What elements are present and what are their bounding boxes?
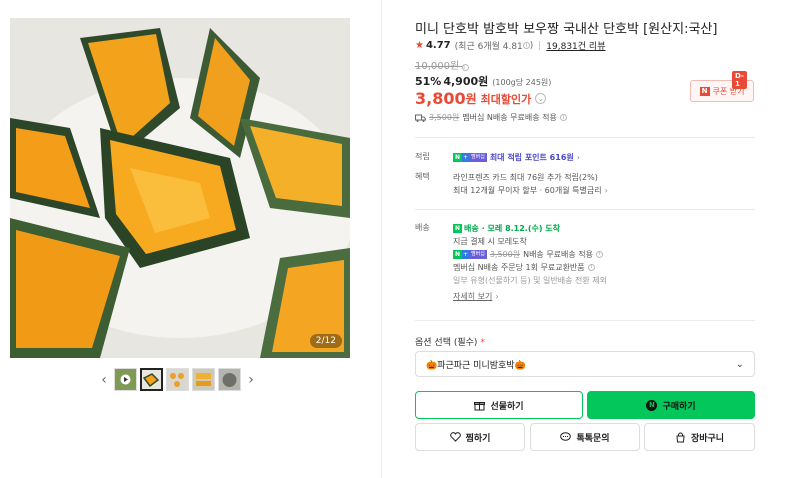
chevron-down-icon: ⌄ xyxy=(735,358,744,370)
pumpkin-thumb-icon xyxy=(219,369,240,390)
shipping-text: 멤버십 N배송 무료배송 적용 xyxy=(462,113,557,122)
max-discount-label: 최대할인가 xyxy=(480,92,532,106)
wishlist-label: 찜하기 xyxy=(465,433,491,444)
dday-badge: D-1 xyxy=(732,71,747,89)
coupon-icon: N xyxy=(699,86,710,96)
option-label: 옵션 선택 (필수) xyxy=(415,338,478,348)
pumpkin-thumb-icon xyxy=(142,370,161,389)
chat-icon xyxy=(560,432,572,441)
cart-icon xyxy=(676,432,685,442)
thumbnail-1[interactable] xyxy=(114,368,137,391)
divider xyxy=(415,137,755,138)
option-select[interactable]: 🎃파근파근 미니밤호박🎃 ⌄ xyxy=(415,351,755,377)
product-title: 미니 단호박 밤호박 보우짱 국내산 단호박 [원산지:국산] xyxy=(415,22,718,37)
delivery-section: 배송 N 배송 · 모레 8.12.(수) 도착 지금 결제 시 모레도착 N + 멤… xyxy=(415,222,755,312)
points-label: 적립 xyxy=(415,152,430,161)
heart-icon xyxy=(449,432,461,442)
buy-label: 구매하기 xyxy=(662,401,696,412)
shipping-fee-strike: 3,500원 xyxy=(429,113,460,122)
pumpkin-photo xyxy=(10,18,350,358)
option-selected-value: 🎃파근파근 미니밤호박🎃 xyxy=(426,360,526,371)
chevron-right-icon[interactable]: › xyxy=(577,151,580,164)
delivery-line-3: N배송 무료배송 적용 xyxy=(523,250,594,259)
divider xyxy=(415,209,755,210)
card-body: 라인프렌즈 카드 최대 76원 추가 적립(2%) 최대 12개월 무이자 할부… xyxy=(453,171,608,197)
max-discount-row[interactable]: 3,800 원 최대할인가 ⌄ xyxy=(415,89,547,108)
delivery-body: N 배송 · 모레 8.12.(수) 도착 지금 결제 시 모레도착 N + 멤버십 … xyxy=(453,222,607,303)
gift-icon xyxy=(474,401,486,410)
pumpkin-thumb-icon xyxy=(167,369,188,390)
max-discount-won: 원 xyxy=(465,92,477,106)
delivery-tag-text: 배송 xyxy=(464,224,479,233)
video-thumb-icon xyxy=(115,369,136,390)
n-delivery-tag: N 배송 xyxy=(453,222,479,235)
wishlist-button[interactable]: 찜하기 xyxy=(415,423,525,451)
info-icon[interactable]: i xyxy=(522,42,530,49)
thumbnail-4[interactable] xyxy=(192,368,215,391)
info-icon[interactable]: i xyxy=(559,114,567,121)
discount-percent: 51% xyxy=(415,75,442,88)
talk-inquiry-label: 톡톡문의 xyxy=(576,433,610,444)
delivery-more-link[interactable]: 자세히 보기 xyxy=(453,290,492,303)
points-body: N + 멤버십 최대 적립 포인트 616원 › xyxy=(453,151,580,164)
info-icon[interactable]: i xyxy=(596,251,604,258)
shipping-row: 3,500원 멤버십 N배송 무료배송 적용 i xyxy=(415,112,567,123)
delivery-fee-strike: 3,500원 xyxy=(489,250,521,259)
rating-score: 4.77 xyxy=(425,40,451,51)
delivery-line-5: 일부 유형(선물하기 등) 및 일반배송 전환 제외 xyxy=(453,276,607,285)
discount-row: 51% 4,900원 (100g당 245원) xyxy=(415,73,551,89)
truck-icon xyxy=(415,114,426,122)
chevron-down-icon[interactable]: ⌄ xyxy=(535,93,547,104)
unit-price: (100g당 245원) xyxy=(492,78,552,87)
thumbnail-5[interactable] xyxy=(218,368,241,391)
buy-button[interactable]: N 구매하기 xyxy=(587,391,755,419)
original-price: 10,000원 xyxy=(415,61,460,72)
benefits-section: 적립 N + 멤버십 최대 적립 포인트 616원 › 혜택 라인프렌즈 카드 최대… xyxy=(415,151,755,201)
rating-row: ★ 4.77 (최근 6개월 4.81 i ) 19,831건 리뷰 xyxy=(415,39,606,52)
sale-price: 4,900원 xyxy=(443,75,489,88)
n-delivery-icon: N xyxy=(453,224,462,233)
thumbnail-3[interactable] xyxy=(166,368,189,391)
thumb-next-arrow-icon[interactable]: › xyxy=(244,369,258,391)
card-line-2[interactable]: 최대 12개월 무이자 할부 · 60개월 특별금리 xyxy=(453,184,602,197)
card-line-1: 라인프렌즈 카드 최대 76원 추가 적립(2%) xyxy=(453,173,598,182)
info-icon[interactable]: i xyxy=(587,264,595,271)
star-icon: ★ xyxy=(415,40,424,51)
rating-detail: (최근 6개월 4.81 xyxy=(454,42,523,52)
npay-icon: N xyxy=(646,399,658,411)
gift-label: 선물하기 xyxy=(490,401,524,412)
image-counter: 2/12 xyxy=(309,334,342,348)
thumb-prev-arrow-icon[interactable]: ‹ xyxy=(97,369,111,391)
chevron-right-icon[interactable]: › xyxy=(605,184,608,197)
thumbnail-2[interactable] xyxy=(140,368,163,391)
arrival-date: · 모레 8.12.(수) 도착 xyxy=(481,224,561,233)
max-discount-price: 3,800 xyxy=(415,89,466,108)
delivery-line-4: 멤버십 N배송 주문당 1회 무료교환반품 xyxy=(453,263,585,272)
card-label: 혜택 xyxy=(415,172,430,181)
rating-detail-end: ) xyxy=(529,40,534,51)
required-mark: * xyxy=(480,338,485,348)
talk-inquiry-button[interactable]: 톡톡문의 xyxy=(530,423,640,451)
info-icon[interactable]: i xyxy=(462,64,470,71)
points-link[interactable]: 최대 적립 포인트 616원 xyxy=(490,151,574,164)
review-count-link[interactable]: 19,831건 리뷰 xyxy=(546,39,605,52)
option-label-row: 옵션 선택 (필수) * xyxy=(415,335,485,348)
panel-divider xyxy=(381,0,382,478)
thumbnail-strip: ‹ › xyxy=(97,368,258,391)
delivery-label: 배송 xyxy=(415,223,430,232)
gift-button[interactable]: 선물하기 xyxy=(415,391,583,419)
separator xyxy=(539,41,541,50)
delivery-line-2: 지금 결제 시 모레도착 xyxy=(453,237,527,246)
chevron-right-icon[interactable]: › xyxy=(495,290,498,303)
cart-button[interactable]: 장바구니 xyxy=(644,423,755,451)
pumpkin-thumb-icon xyxy=(193,369,214,390)
divider xyxy=(415,320,755,321)
cart-label: 장바구니 xyxy=(690,433,725,444)
npay-membership-badge: N + 멤버십 xyxy=(453,250,487,259)
original-price-row: 10,000원 i xyxy=(415,57,470,72)
product-main-image[interactable]: 2/12 xyxy=(10,18,350,358)
npay-membership-badge: N + 멤버십 xyxy=(453,153,487,162)
